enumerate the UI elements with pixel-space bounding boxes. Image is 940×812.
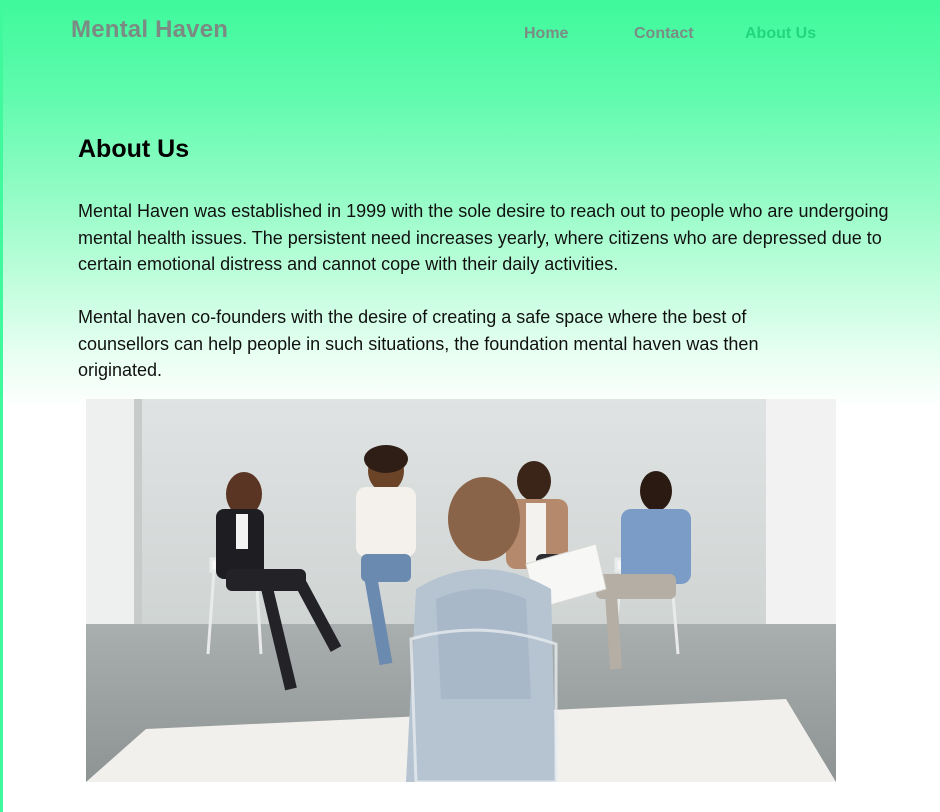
page-background: Mental Haven Home Contact About Us About… — [0, 0, 940, 812]
nav-link-home[interactable]: Home — [524, 25, 568, 43]
page-title: About Us — [78, 135, 190, 163]
main-nav: Home Contact About Us — [3, 25, 940, 45]
about-paragraph-2: Mental haven co-founders with the desire… — [78, 307, 759, 380]
site-header: Mental Haven Home Contact About Us — [3, 0, 940, 70]
about-paragraph-1: Mental Haven was established in 1999 wit… — [78, 201, 889, 274]
group-therapy-photo — [86, 399, 836, 782]
about-section: About Us Mental Haven was established in… — [78, 135, 908, 380]
nav-link-about-us[interactable]: About Us — [745, 25, 816, 43]
nav-link-contact[interactable]: Contact — [634, 25, 694, 43]
